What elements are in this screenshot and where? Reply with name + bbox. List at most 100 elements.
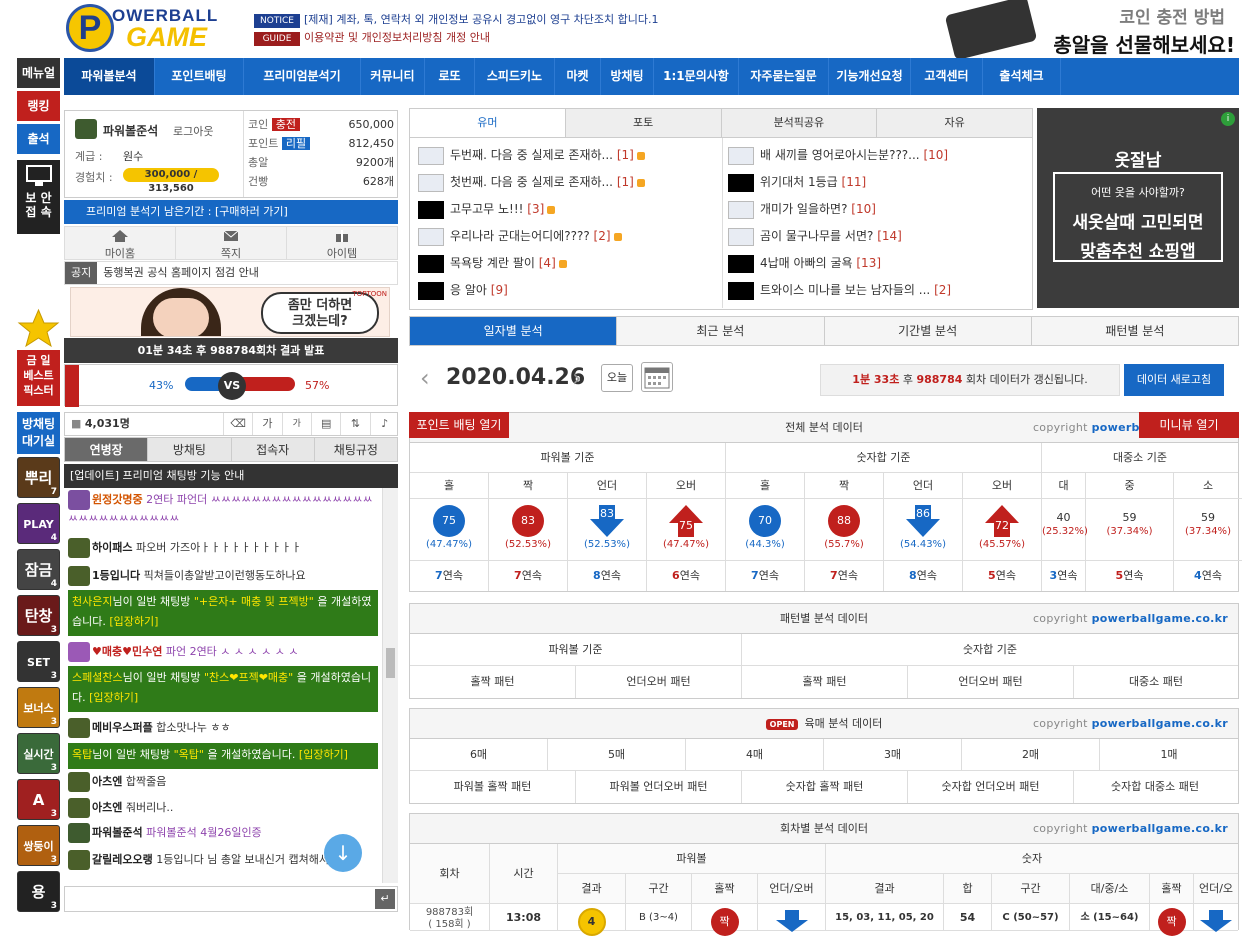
chat-input[interactable]: ↵ xyxy=(64,886,398,912)
nav-item[interactable]: 출석체크 xyxy=(983,58,1061,95)
clear-icon[interactable]: ⌫ xyxy=(223,413,252,435)
chat-nick[interactable]: 아츠엔 xyxy=(92,801,122,814)
board-title[interactable]: 배 새끼를 영어로아시는분???... xyxy=(760,148,920,162)
nav-item[interactable]: 프리미엄분석기 xyxy=(244,58,361,95)
nav-item[interactable]: 커뮤니티 xyxy=(361,58,425,95)
board-item[interactable]: 첫번째. 다음 중 실제로 존재하... [1] xyxy=(418,173,645,192)
pattern-link[interactable]: 홀짝 패턴 xyxy=(410,666,576,698)
chat-nick[interactable]: 갈릴레오오랭 xyxy=(92,853,153,866)
scroll-thumb[interactable] xyxy=(386,648,395,678)
board-item[interactable]: 트와이스 미나를 보는 남자들의 ... [2] xyxy=(728,281,951,300)
six-link[interactable]: 숫자합 홀짝 패턴 xyxy=(742,771,908,803)
chat-nick[interactable]: 파워볼준석 xyxy=(92,826,143,839)
send-icon[interactable]: ↵ xyxy=(375,889,395,909)
webtoon-banner[interactable]: 좀만 더하면 크겠는데? TOPTOON xyxy=(70,287,390,337)
refresh-button[interactable]: 데이터 새로고침 xyxy=(1124,364,1224,396)
refill-button[interactable]: 리필 xyxy=(281,137,311,150)
game-room-icon[interactable]: PLAY 4 xyxy=(17,503,60,544)
pattern-link[interactable]: 언더오버 패턴 xyxy=(908,666,1074,698)
six-col[interactable]: 6매 xyxy=(410,739,548,771)
board-title[interactable]: 우리나라 군대는어디에???? xyxy=(450,229,590,243)
game-room-icon[interactable]: 보너스 3 xyxy=(17,687,60,728)
board-item[interactable]: 고무고무 노!!! [3] xyxy=(418,200,556,219)
six-col[interactable]: 4매 xyxy=(686,739,824,771)
nav-item[interactable]: 스피드키노 xyxy=(475,58,555,95)
nav-item[interactable]: 고객센터 xyxy=(911,58,983,95)
tab-free[interactable]: 자유 xyxy=(877,109,1032,137)
board-title[interactable]: 개미가 일을하면? xyxy=(760,202,847,216)
tab-daily[interactable]: 일자별 분석 xyxy=(410,317,618,345)
tab-pattern[interactable]: 패턴별 분석 xyxy=(1031,317,1238,345)
tab-recent[interactable]: 최근 분석 xyxy=(617,317,825,345)
sound-icon[interactable]: ♪ xyxy=(369,413,399,435)
six-link[interactable]: 파워볼 홀짝 패턴 xyxy=(410,771,576,803)
logout-link[interactable]: 로그아웃 xyxy=(173,123,213,139)
enter-room-link[interactable]: [입장하기] xyxy=(89,691,138,704)
next-date-icon[interactable]: › xyxy=(572,364,582,392)
attendance-menu[interactable]: 출석 xyxy=(17,124,60,154)
tab-chat-rules[interactable]: 채팅규정 xyxy=(315,438,397,461)
board-title[interactable]: 4납매 아빠의 굴욕 xyxy=(760,256,853,270)
board-item[interactable]: 4납매 아빠의 굴욕 [13] xyxy=(728,254,881,273)
ranking-menu[interactable]: 랭킹 xyxy=(17,91,60,121)
tab-room-chat[interactable]: 방채팅 xyxy=(148,438,232,461)
nav-item[interactable]: 포인트배팅 xyxy=(155,58,244,95)
board-item[interactable]: 우리나라 군대는어디에???? [2] xyxy=(418,227,622,246)
site-logo[interactable]: P OWERBALL GAME xyxy=(66,2,224,54)
chat-nick[interactable]: ♥매충♥민수연 xyxy=(92,645,162,658)
six-link[interactable]: 파워볼 언더오버 패턴 xyxy=(576,771,742,803)
prev-date-icon[interactable]: ‹ xyxy=(420,364,430,392)
game-room-icon[interactable]: 용3 xyxy=(17,871,60,912)
game-room-icon[interactable]: 쌍둥이 3 xyxy=(17,825,60,866)
chat-scrollbar[interactable] xyxy=(382,488,398,883)
board-title[interactable]: 두번째. 다음 중 실제로 존재하... xyxy=(450,148,613,162)
pattern-link[interactable]: 대중소 패턴 xyxy=(1074,666,1238,698)
coin-banner[interactable]: 코인 충전 방법 총알을 선물해보세요! xyxy=(944,0,1245,61)
pattern-link[interactable]: 홀짝 패턴 xyxy=(742,666,908,698)
guide-line[interactable]: GUIDE 이용약관 및 개인정보처리방침 개정 안내 xyxy=(254,29,490,46)
board-title[interactable]: 위기대처 1등급 xyxy=(760,175,838,189)
game-room-icon[interactable]: 잠금 4 xyxy=(17,549,60,590)
chat-nick[interactable]: 1등입니다 xyxy=(92,569,140,582)
board-title[interactable]: 응 알아 xyxy=(450,283,487,297)
enter-room-link[interactable]: [입장하기] xyxy=(109,615,158,628)
font-small-icon[interactable]: 가 xyxy=(281,413,311,435)
tab-photo[interactable]: 포토 xyxy=(565,109,722,137)
game-room-icon[interactable]: A3 xyxy=(17,779,60,820)
user-count[interactable]: 4,031명 xyxy=(85,417,130,430)
nav-item[interactable]: 파워볼분석 xyxy=(64,58,155,95)
game-room-icon[interactable]: 탄창 3 xyxy=(17,595,60,636)
scroll-down-icon[interactable]: ↓ xyxy=(324,834,362,872)
notice-row-text[interactable]: 동행복권 공식 홈페이지 점검 안내 xyxy=(103,266,259,279)
chat-nick[interactable]: 아츠엔 xyxy=(92,775,122,788)
enter-room-link[interactable]: [입장하기] xyxy=(299,748,348,761)
board-item[interactable]: 배 새끼를 영어로아시는분???... [10] xyxy=(728,146,948,165)
secure-connect-button[interactable]: 보 안 접 속 xyxy=(17,160,60,234)
best-picksters[interactable]: 금 일 베스트 픽스터 xyxy=(17,350,60,406)
memo-icon[interactable]: ▤ xyxy=(310,413,340,435)
nav-item[interactable]: 마켓 xyxy=(555,58,601,95)
pattern-link[interactable]: 언더오버 패턴 xyxy=(576,666,742,698)
chat-notice[interactable]: [업데이트] 프리미엄 채팅방 기능 안내 xyxy=(64,464,398,488)
guide-text[interactable]: 이용약관 및 개인정보처리방침 개정 안내 xyxy=(304,31,490,44)
nav-item[interactable]: 기능개선요청 xyxy=(829,58,911,95)
info-icon[interactable]: i xyxy=(1221,112,1235,126)
tab-pick-share[interactable]: 분석픽공유 xyxy=(721,109,878,137)
notice-row[interactable]: 공지 동행복권 공식 홈페이지 점검 안내 xyxy=(64,261,398,285)
notice-line[interactable]: NOTICE [제재] 계좌, 톡, 연락처 외 개인정보 공유시 경고없이 영구… xyxy=(254,11,659,28)
today-button[interactable]: 오늘 xyxy=(601,364,633,392)
board-title[interactable]: 곰이 물구나무를 서면? xyxy=(760,229,873,243)
myhome-link[interactable]: 마이홈 xyxy=(65,227,176,260)
board-title[interactable]: 첫번째. 다음 중 실제로 존재하... xyxy=(450,175,613,189)
charge-button[interactable]: 충전 xyxy=(271,118,300,131)
game-room-icon[interactable]: 실시간 3 xyxy=(17,733,60,774)
chat-nick[interactable]: 윈정갓명중 xyxy=(92,493,143,506)
board-item[interactable]: 목욕탕 계란 팔이 [4] xyxy=(418,254,567,273)
tab-humor[interactable]: 유머 xyxy=(410,109,566,137)
six-col[interactable]: 3매 xyxy=(824,739,962,771)
board-title[interactable]: 목욕탕 계란 팔이 xyxy=(450,256,535,270)
nav-item[interactable]: 방채팅 xyxy=(601,58,654,95)
board-item[interactable]: 응 알아 [9] xyxy=(418,281,508,300)
room-waiting[interactable]: 방채팅 대기실 xyxy=(17,412,60,454)
message-link[interactable]: 쪽지 xyxy=(176,227,287,260)
